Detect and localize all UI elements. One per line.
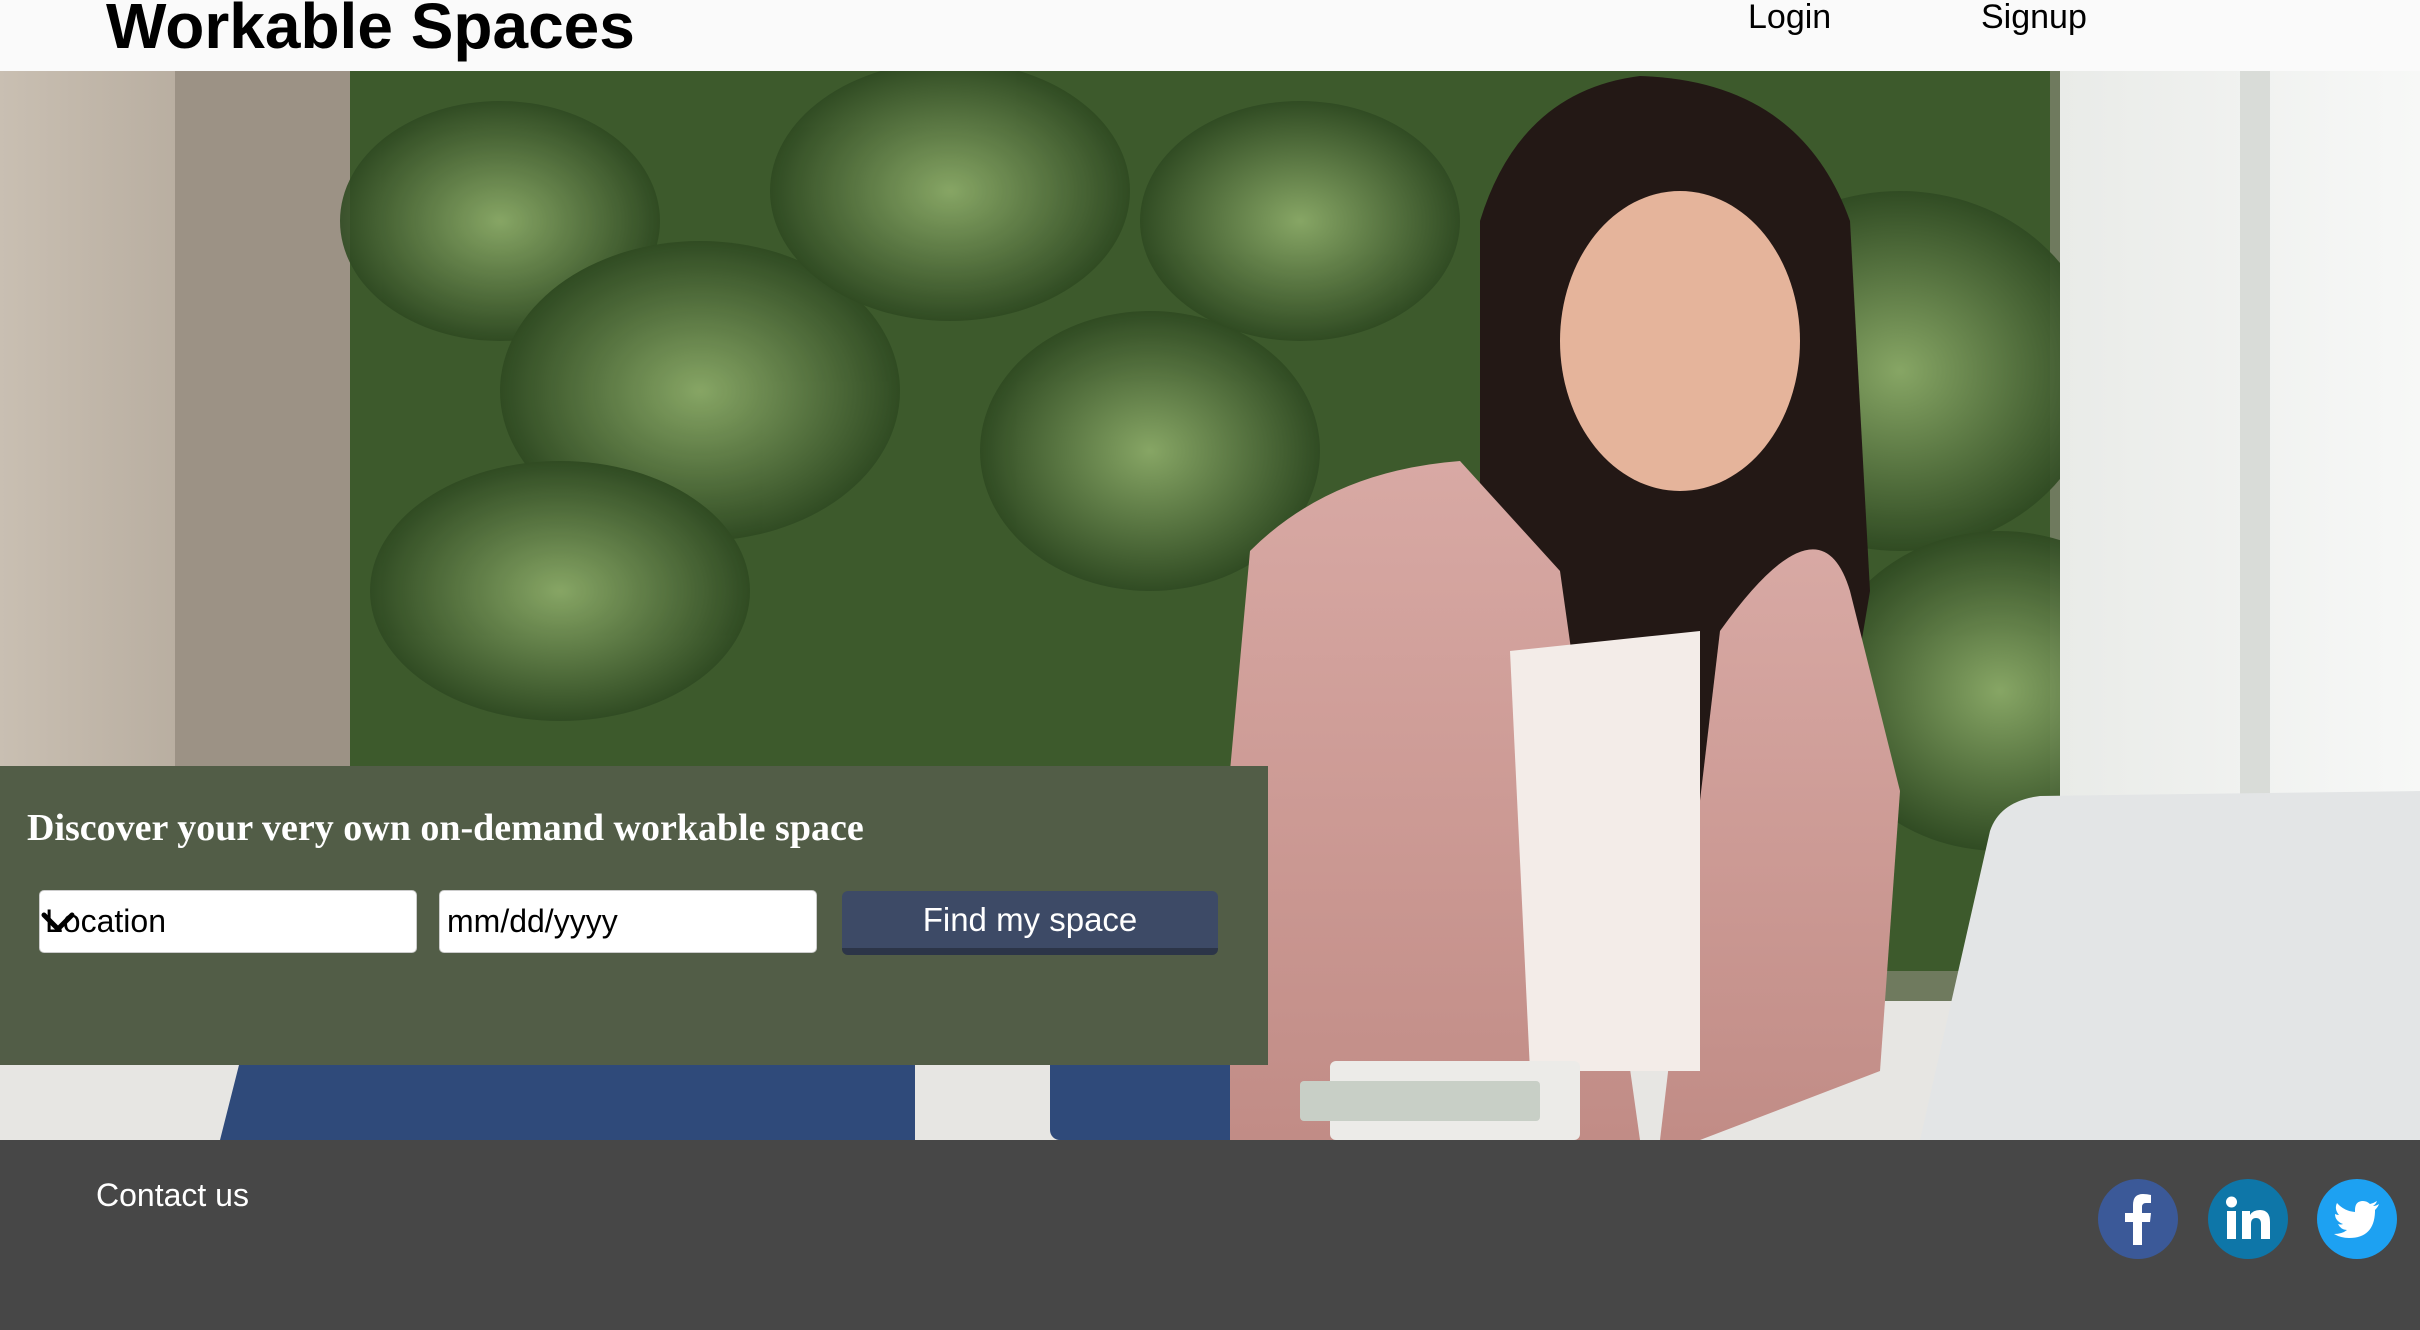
twitter-link[interactable]: [2317, 1179, 2397, 1259]
linkedin-link[interactable]: [2208, 1179, 2288, 1259]
site-logo[interactable]: Workable Spaces: [106, 0, 635, 58]
login-link[interactable]: Login: [1748, 0, 1831, 36]
date-input[interactable]: mm/dd/yyyy: [439, 890, 817, 953]
location-select[interactable]: Location: [39, 890, 417, 953]
twitter-icon: [2334, 1201, 2379, 1238]
chevron-down-icon: [41, 912, 75, 932]
find-my-space-button[interactable]: Find my space: [842, 891, 1218, 955]
date-input-placeholder: mm/dd/yyyy: [447, 903, 618, 939]
linkedin-icon: [2226, 1196, 2270, 1239]
hero-section: Discover your very own on-demand workabl…: [0, 71, 2420, 1140]
facebook-link[interactable]: [2098, 1179, 2178, 1259]
site-footer: Contact us: [0, 1140, 2420, 1330]
facebook-icon: [2125, 1194, 2151, 1245]
hero-tagline: Discover your very own on-demand workabl…: [27, 807, 864, 849]
site-header: Workable Spaces Login Signup: [0, 0, 2420, 71]
contact-us-link[interactable]: Contact us: [96, 1177, 249, 1214]
search-panel: Discover your very own on-demand workabl…: [0, 766, 1268, 1065]
signup-link[interactable]: Signup: [1981, 0, 2087, 36]
